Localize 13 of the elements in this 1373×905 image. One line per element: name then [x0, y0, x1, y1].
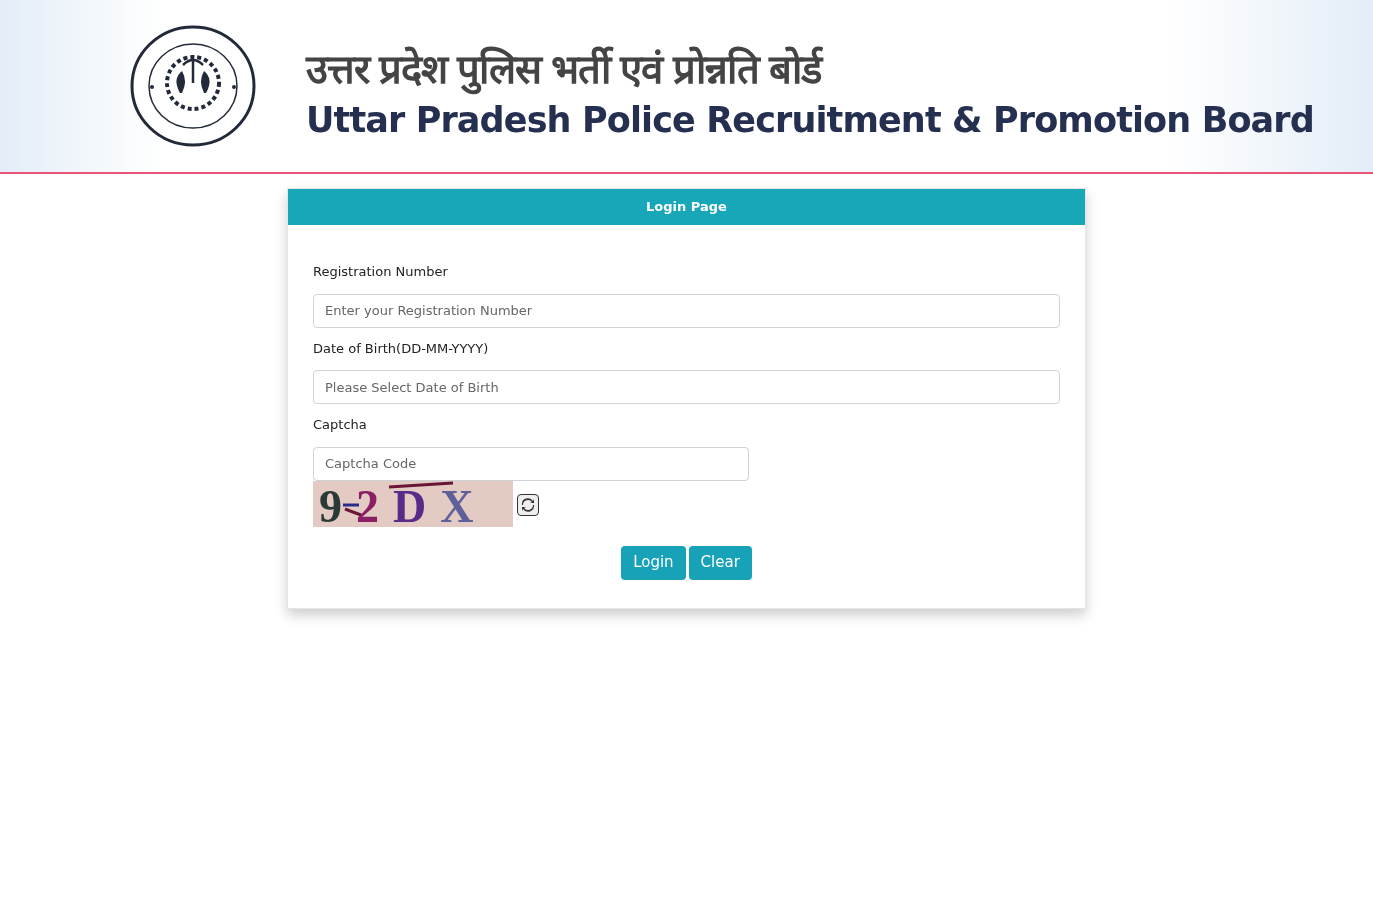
field-label: Registration Number — [313, 263, 449, 281]
field-label: Captcha — [313, 416, 368, 434]
refresh-icon[interactable] — [517, 493, 539, 516]
input-field[interactable]: Captcha Code — [313, 446, 749, 481]
input-field[interactable]: Please Select Date of Birth — [313, 370, 1060, 404]
hindi-title: उत्तर प्रदेश पुलिस भर्ती एवं प्रोन्नति बोर्ड — [306, 40, 1314, 97]
captcha-image: 9 2 D X — [313, 480, 513, 527]
english-title: Uttar Pradesh Police Recruitment & Promotion Board — [306, 102, 1314, 138]
clear-button[interactable]: Clear — [688, 545, 752, 580]
login-button[interactable]: Login — [621, 545, 686, 580]
input-field[interactable]: Enter your Registration Number — [313, 293, 1060, 328]
card-title: Login Page — [646, 198, 727, 217]
field-label: Date of Birth(DD-MM-YYYY) — [313, 339, 490, 358]
